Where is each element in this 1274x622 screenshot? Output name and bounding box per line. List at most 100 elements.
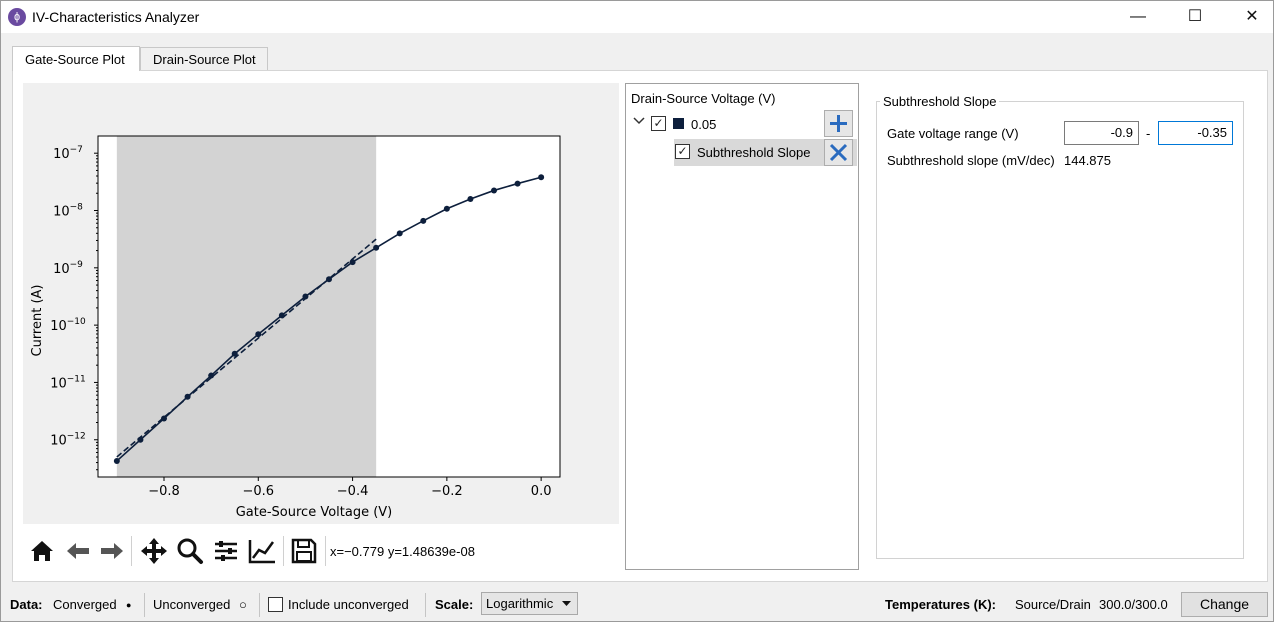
data-point — [326, 276, 332, 283]
home-icon[interactable] — [27, 536, 57, 566]
tab-gate-source-plot[interactable]: Gate-Source Plot — [12, 46, 140, 71]
y-tick-label: 10−9 — [53, 260, 83, 277]
data-point — [514, 180, 521, 187]
subthreshold-label: Subthreshold Slope — [697, 145, 811, 160]
y-tick-exponent: −9 — [70, 260, 84, 270]
status-separator — [425, 593, 426, 617]
toolbar-separator — [131, 536, 132, 566]
y-tick-exponent: −8 — [70, 203, 84, 213]
y-tick-label: 10−12 — [50, 432, 86, 449]
remove-x-icon — [829, 143, 848, 162]
x-tick-label: −0.6 — [242, 484, 274, 499]
x-tick-label: −0.2 — [431, 484, 463, 499]
converged-label: Converged — [53, 597, 117, 612]
plot-canvas[interactable]: −0.8 −0.6 −0.4 −0.2 0.0 10−7 10−8 10−9 10−10 10−1… — [23, 83, 619, 524]
slope-label: Subthreshold slope (mV/dec) — [887, 153, 1055, 168]
source-drain-label: Source/Drain — [1015, 597, 1091, 612]
app-logo-icon: ɸ — [8, 8, 26, 26]
unconverged-marker-icon: ○ — [239, 597, 247, 612]
chevron-down-icon[interactable] — [632, 114, 646, 128]
y-tick-exponent: −10 — [67, 317, 86, 327]
plot-toolbar: x=−0.779 y=1.48639e-08 — [23, 524, 619, 579]
back-arrow-icon[interactable] — [63, 536, 93, 566]
x-axis-label: Gate-Source Voltage (V) — [236, 505, 393, 520]
x-tick-label: −0.8 — [148, 484, 180, 499]
scale-select-value: Logarithmic — [486, 596, 554, 611]
data-point — [302, 293, 309, 300]
tab-drain-source-plot[interactable]: Drain-Source Plot — [140, 47, 268, 71]
scale-select[interactable]: Logarithmic — [481, 592, 578, 615]
data-point — [208, 372, 215, 379]
x-tick-label: −0.4 — [337, 484, 369, 499]
data-label: Data: — [10, 597, 43, 612]
title-bar: ɸ IV-Characteristics Analyzer — ☐ ✕ — [1, 1, 1273, 33]
slope-value: 144.875 — [1064, 153, 1111, 168]
subthreshold-group-title: Subthreshold Slope — [880, 94, 1000, 109]
iv-chart[interactable]: −0.8 −0.6 −0.4 −0.2 0.0 10−7 10−8 10−9 10−10 10−1… — [23, 83, 619, 524]
edit-axis-icon[interactable] — [247, 536, 277, 566]
series-tree[interactable]: Drain-Source Voltage (V) ✓ 0.05 ✓ Subthr… — [625, 83, 859, 570]
forward-arrow-icon[interactable] — [97, 536, 127, 566]
data-point — [420, 217, 427, 224]
data-point — [137, 436, 144, 443]
status-separator — [144, 593, 145, 617]
y-tick-label: 10−10 — [50, 317, 86, 334]
save-icon[interactable] — [289, 536, 319, 566]
data-point — [184, 393, 191, 400]
data-point — [373, 244, 380, 251]
unconverged-label: Unconverged — [153, 597, 231, 612]
tree-header: Drain-Source Voltage (V) — [631, 91, 776, 106]
y-tick-exponent: −11 — [67, 374, 86, 384]
add-analysis-button[interactable] — [824, 110, 853, 137]
y-tick-exponent: −12 — [67, 432, 86, 442]
app-window: ɸ IV-Characteristics Analyzer — ☐ ✕ Gate… — [0, 0, 1274, 622]
maximize-button[interactable]: ☐ — [1172, 1, 1218, 33]
range-to-input[interactable]: -0.35 — [1158, 121, 1233, 145]
y-tick-label: 10−7 — [53, 145, 83, 162]
scale-label: Scale: — [435, 597, 474, 612]
x-tick-label: 0.0 — [531, 484, 552, 499]
range-from-input[interactable]: -0.9 — [1064, 121, 1139, 145]
status-bar: Data: Converged ● Unconverged ○ Include … — [1, 589, 1273, 621]
data-point — [443, 205, 450, 212]
temperatures-label: Temperatures (K): — [885, 597, 997, 612]
pan-icon[interactable] — [139, 536, 169, 566]
remove-analysis-button[interactable] — [824, 139, 853, 166]
series-checkbox[interactable]: ✓ — [651, 116, 666, 131]
data-point — [278, 312, 285, 319]
series-color-swatch — [673, 118, 684, 129]
close-button[interactable]: ✕ — [1229, 1, 1274, 33]
y-tick-label: 10−8 — [53, 203, 83, 220]
subthreshold-checkbox[interactable]: ✓ — [675, 144, 690, 159]
gate-range-label: Gate voltage range (V) — [887, 126, 1019, 141]
plus-icon — [830, 115, 847, 132]
temperatures-value: 300.0/300.0 — [1099, 597, 1168, 612]
zoom-icon[interactable] — [175, 536, 205, 566]
cursor-coordinates: x=−0.779 y=1.48639e-08 — [330, 544, 475, 559]
include-unconverged-checkbox[interactable] — [268, 597, 283, 612]
range-dash: - — [1146, 126, 1151, 141]
subthreshold-group — [876, 101, 1244, 559]
minimize-button[interactable]: — — [1115, 1, 1161, 33]
y-tick-exponent: −7 — [70, 145, 83, 155]
change-temperature-button[interactable]: Change — [1181, 592, 1268, 617]
dropdown-arrow-icon — [562, 601, 571, 606]
data-point — [467, 196, 474, 203]
status-separator — [259, 593, 260, 617]
toolbar-separator — [325, 536, 326, 566]
configure-subplots-icon[interactable] — [211, 536, 241, 566]
data-point — [396, 230, 403, 237]
converged-marker-icon: ● — [126, 600, 132, 610]
data-point — [161, 415, 167, 422]
data-point — [231, 350, 238, 357]
window-title: IV-Characteristics Analyzer — [32, 9, 200, 25]
y-axis-label: Current (A) — [30, 285, 45, 357]
data-point — [255, 331, 262, 338]
toolbar-separator — [283, 536, 284, 566]
include-unconverged-label: Include unconverged — [288, 597, 409, 612]
data-point — [349, 259, 356, 266]
data-point — [491, 187, 497, 194]
data-point — [113, 457, 120, 464]
series-label: 0.05 — [691, 117, 717, 132]
y-tick-label: 10−11 — [50, 374, 86, 391]
